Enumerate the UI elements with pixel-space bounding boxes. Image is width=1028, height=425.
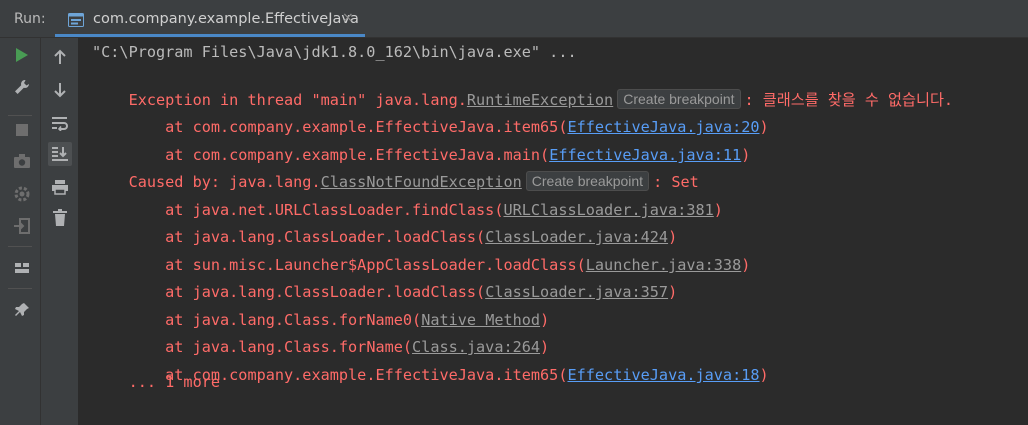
print-icon[interactable] — [48, 175, 72, 199]
stop-icon[interactable] — [10, 118, 34, 142]
stack-frame-suffix: ) — [741, 256, 751, 274]
pin-icon[interactable] — [10, 298, 34, 322]
active-tab-indicator — [55, 34, 365, 37]
run-tool-window-header: Run: com.company.example.EffectiveJava × — [0, 0, 1028, 38]
stack-frame-suffix: ) — [741, 146, 751, 164]
console-tab-icon — [68, 12, 84, 27]
stack-frame-suffix: ) — [759, 118, 769, 136]
exception-message: : 클래스를 찾을 수 없습니다. — [744, 91, 954, 109]
more-frames-line: ... 1 more — [92, 373, 221, 391]
stack-frame-suffix: ) — [759, 366, 769, 384]
command-line: "C:\Program Files\Java\jdk1.8.0_162\bin\… — [92, 43, 577, 61]
soft-wrap-icon[interactable] — [48, 111, 72, 135]
camera-icon[interactable] — [10, 149, 34, 173]
gear-icon[interactable] — [10, 182, 34, 206]
run-toolbar-secondary — [41, 38, 79, 425]
scroll-to-end-icon[interactable] — [48, 142, 72, 166]
stack-frame-suffix: ) — [668, 283, 678, 301]
tab-title[interactable]: com.company.example.EffectiveJava — [93, 11, 359, 27]
console-output[interactable]: "C:\Program Files\Java\jdk1.8.0_162\bin\… — [80, 38, 1028, 425]
down-arrow-icon[interactable] — [48, 78, 72, 102]
close-icon[interactable]: × — [342, 10, 354, 26]
rerun-icon[interactable] — [10, 43, 34, 67]
stack-frame-suffix: ) — [713, 201, 723, 219]
exit-icon[interactable] — [10, 214, 34, 238]
up-arrow-icon[interactable] — [48, 45, 72, 69]
run-label: Run: — [14, 11, 46, 27]
wrench-icon[interactable] — [10, 75, 34, 99]
trash-icon[interactable] — [48, 206, 72, 230]
run-toolbar-primary — [0, 38, 41, 425]
source-link[interactable]: EffectiveJava.java:18 — [567, 366, 759, 384]
layout-icon[interactable] — [10, 256, 34, 280]
